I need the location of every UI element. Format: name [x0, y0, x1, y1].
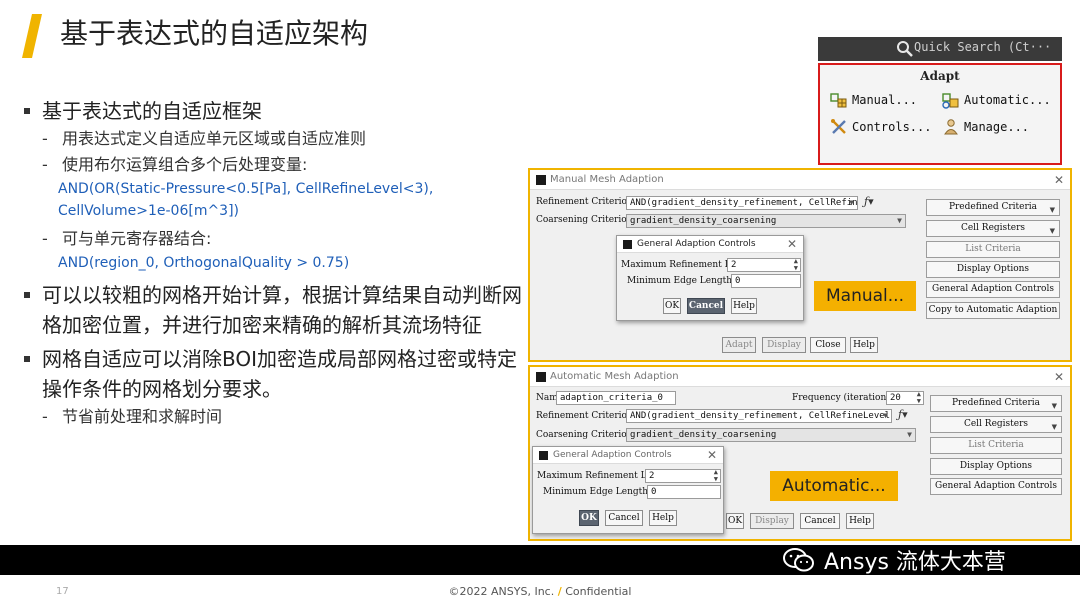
- cancel-button[interactable]: Cancel: [605, 510, 643, 526]
- list-criteria-button[interactable]: List Criteria: [930, 437, 1062, 454]
- expression-example: AND(OR(Static-Pressure<0.5[Pa], CellRefi…: [58, 181, 434, 197]
- dialog-title-bar: Manual Mesh Adaption ✕: [530, 170, 1070, 190]
- coarsening-criterion-label: Coarsening Criterion: [536, 430, 633, 440]
- display-options-button[interactable]: Display Options: [926, 261, 1060, 278]
- fluent-app-icon: [539, 451, 548, 460]
- watermark: Ansys 流体大本营: [782, 543, 1006, 577]
- close-button[interactable]: Close: [810, 337, 846, 353]
- adapt-button[interactable]: Adapt: [722, 337, 756, 353]
- manual-adapt-button[interactable]: Manual...: [830, 91, 917, 109]
- expression-example: AND(region_0, OrthogonalQuality > 0.75): [58, 255, 350, 271]
- help-button[interactable]: Help: [846, 513, 874, 529]
- display-options-button[interactable]: Display Options: [930, 458, 1062, 475]
- refinement-criterion-label: Refinement Criterion: [536, 411, 633, 421]
- cancel-button[interactable]: Cancel: [800, 513, 840, 529]
- coarsening-criterion-input[interactable]: gradient_density_coarsening ▼: [626, 428, 916, 442]
- wechat-icon: [783, 548, 814, 572]
- expression-example: CellVolume>1e-06[m^3]): [58, 203, 240, 219]
- frequency-label: Frequency (iteration): [792, 393, 890, 403]
- mesh-auto-icon: [942, 93, 959, 109]
- spinner-icon[interactable]: ▲ ▼: [917, 392, 921, 404]
- bullet-list: 基于表达式的自适应框架 用表达式定义自适应单元区域或自适应准则 使用布尔运算组合…: [20, 96, 530, 430]
- bullet-item: 基于表达式的自适应框架: [20, 96, 530, 126]
- manual-callout-tag: Manual...: [814, 281, 916, 311]
- refinement-criterion-input[interactable]: AND(gradient_density_refinement, CellRef…: [626, 196, 858, 210]
- cancel-button[interactable]: Cancel: [687, 298, 725, 314]
- chevron-down-icon[interactable]: ▼: [897, 215, 902, 227]
- ok-button[interactable]: OK: [726, 513, 744, 529]
- help-button[interactable]: Help: [850, 337, 878, 353]
- cell-registers-button[interactable]: Cell Registers ▼: [926, 220, 1060, 237]
- predefined-criteria-button[interactable]: Predefined Criteria ▼: [926, 199, 1060, 216]
- quick-search-input[interactable]: Quick Search (Ct···: [914, 40, 1051, 54]
- list-criteria-button[interactable]: List Criteria: [926, 241, 1060, 258]
- copyright-notice: ©2022 ANSYS, Inc. / Confidential: [448, 585, 632, 598]
- predefined-criteria-button[interactable]: Predefined Criteria ▼: [930, 395, 1062, 412]
- ok-button[interactable]: OK: [663, 298, 681, 314]
- sub-bullet-item: 用表达式定义自适应单元区域或自适应准则: [20, 126, 530, 152]
- title-accent-bar: [22, 14, 42, 58]
- function-icon[interactable]: ƒ▾: [898, 408, 908, 421]
- automatic-adapt-button[interactable]: Automatic...: [942, 91, 1051, 109]
- slide-title: 基于表达式的自适应架构: [60, 17, 369, 50]
- fluent-app-icon: [536, 175, 546, 185]
- search-icon: [896, 40, 914, 58]
- quick-search-bar[interactable]: Quick Search (Ct···: [818, 37, 1062, 61]
- automatic-callout-tag: Automatic...: [770, 471, 898, 501]
- adapt-ribbon-group: Adapt Manual... Automatic... Controls...…: [818, 63, 1062, 165]
- copy-to-automatic-adaption-button[interactable]: Copy to Automatic Adaption: [926, 302, 1060, 319]
- chevron-down-icon[interactable]: ▼: [849, 197, 854, 209]
- close-icon[interactable]: ✕: [1054, 170, 1064, 190]
- chevron-down-icon: ▼: [1049, 227, 1055, 235]
- refinement-criterion-input[interactable]: AND(gradient_density_refinement, CellRef…: [626, 409, 892, 423]
- criteria-name-input[interactable]: adaption_criteria_0: [556, 391, 676, 405]
- ok-button[interactable]: OK: [579, 510, 599, 526]
- mesh-refine-icon: [830, 93, 847, 108]
- coarsening-criterion-input[interactable]: gradient_density_coarsening ▼: [626, 214, 906, 228]
- chevron-down-icon: ▼: [1051, 423, 1057, 431]
- dialog-title-bar: General Adaption Controls ✕: [617, 236, 803, 253]
- dialog-title-bar: General Adaption Controls ✕: [533, 447, 723, 464]
- cell-registers-button[interactable]: Cell Registers ▼: [930, 416, 1062, 433]
- adapt-manage-button[interactable]: Manage...: [942, 118, 1029, 136]
- display-button[interactable]: Display: [750, 513, 794, 529]
- chevron-down-icon: ▼: [1049, 206, 1055, 214]
- chevron-down-icon: ▼: [1051, 402, 1057, 410]
- help-button[interactable]: Help: [649, 510, 677, 526]
- sub-bullet-item: 节省前处理和求解时间: [20, 404, 530, 430]
- close-icon[interactable]: ✕: [787, 236, 797, 253]
- general-adaption-controls-button[interactable]: General Adaption Controls: [926, 281, 1060, 298]
- general-adaption-controls-button[interactable]: General Adaption Controls: [930, 478, 1062, 495]
- min-edge-length-input[interactable]: 0: [731, 274, 801, 288]
- coarsening-criterion-label: Coarsening Criterion: [536, 215, 633, 225]
- spinner-icon[interactable]: ▲ ▼: [714, 470, 718, 482]
- spinner-icon[interactable]: ▲ ▼: [794, 259, 798, 271]
- function-icon[interactable]: ƒ▾: [864, 195, 874, 208]
- bullet-item: 可以以较粗的网格开始计算，根据计算结果自动判断网格加密位置，并进行加密来精确的解…: [20, 280, 530, 340]
- general-adaption-controls-dialog: General Adaption Controls ✕ Maximum Refi…: [616, 235, 804, 321]
- chevron-down-icon[interactable]: ▼: [907, 429, 912, 441]
- close-icon[interactable]: ✕: [1054, 367, 1064, 387]
- chevron-down-icon[interactable]: ▼: [883, 410, 888, 422]
- adapt-controls-button[interactable]: Controls...: [830, 118, 931, 136]
- bullet-item: 网格自适应可以消除BOI加密造成局部网格过密或特定操作条件的网格划分要求。: [20, 344, 530, 404]
- max-refinement-level-input[interactable]: 2 ▲ ▼: [727, 258, 801, 272]
- sub-bullet-item: 可与单元寄存器结合:: [20, 226, 530, 252]
- manage-person-icon: [944, 119, 958, 135]
- display-button[interactable]: Display: [762, 337, 806, 353]
- general-adaption-controls-dialog: General Adaption Controls ✕ Maximum Refi…: [532, 446, 724, 534]
- help-button[interactable]: Help: [731, 298, 757, 314]
- adapt-group-title: Adapt: [920, 69, 960, 83]
- close-icon[interactable]: ✕: [707, 447, 717, 464]
- fluent-app-icon: [536, 372, 546, 382]
- refinement-criterion-label: Refinement Criterion: [536, 197, 633, 207]
- fluent-app-icon: [623, 240, 632, 249]
- sub-bullet-item: 使用布尔运算组合多个后处理变量:: [20, 152, 530, 178]
- tools-icon: [831, 119, 846, 134]
- dialog-title-bar: Automatic Mesh Adaption ✕: [530, 367, 1070, 387]
- max-refinement-level-input[interactable]: 2 ▲ ▼: [645, 469, 721, 483]
- min-edge-length-input[interactable]: 0: [647, 485, 721, 499]
- frequency-input[interactable]: 20 ▲ ▼: [886, 391, 924, 405]
